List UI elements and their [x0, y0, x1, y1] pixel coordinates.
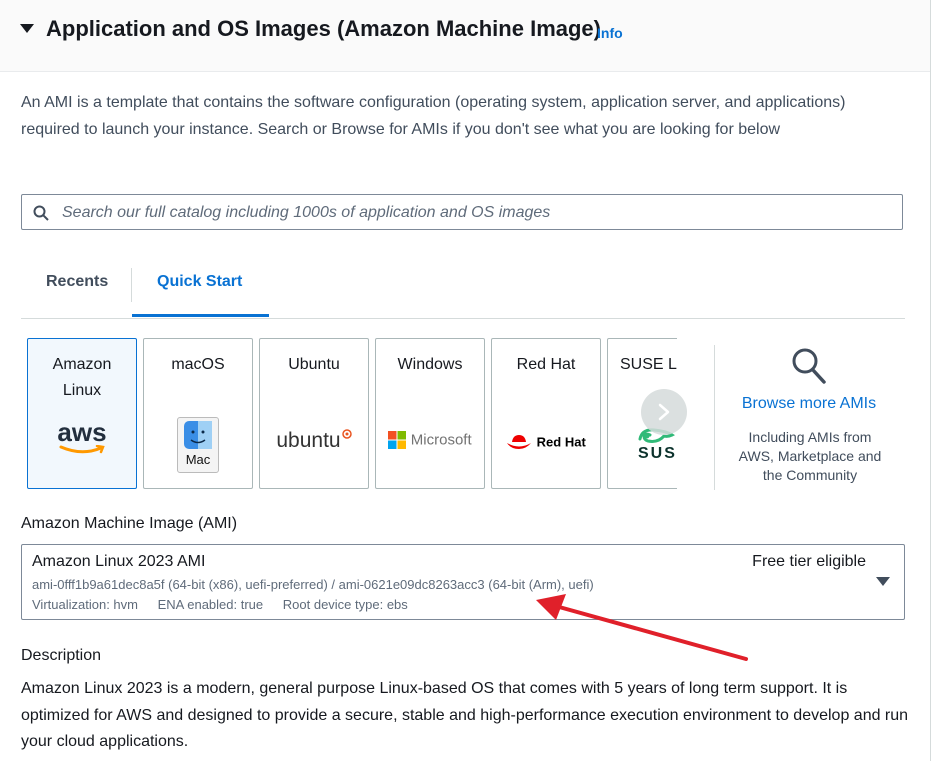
tab-recents[interactable]: Recents [46, 273, 108, 291]
carousel-divider [714, 345, 715, 490]
section-header: Application and OS Images (Amazon Machin… [0, 0, 931, 72]
tab-divider [131, 268, 132, 302]
intro-text: An AMI is a template that contains the s… [21, 94, 846, 138]
active-tab-indicator [132, 314, 269, 317]
tabs-divider [21, 318, 905, 319]
ami-ids: ami-0fff1b9a61dec8a5f (64-bit (x86), uef… [32, 577, 594, 592]
tab-quick-start[interactable]: Quick Start [157, 273, 242, 291]
ami-virtualization: Virtualization: hvm [32, 597, 138, 612]
os-card-macos[interactable]: macOS Mac [143, 338, 253, 489]
ami-root-device: Root device type: ebs [282, 597, 408, 612]
section-title: Application and OS Images (Amazon Machin… [46, 16, 601, 41]
os-card-label: Ubuntu [288, 356, 340, 373]
collapse-caret-icon[interactable] [20, 24, 34, 33]
mac-finder-icon: Mac [144, 417, 252, 473]
os-card-label: Windows [397, 356, 463, 373]
os-card-label: macOS [171, 356, 225, 373]
os-card-label: Red Hat [516, 356, 576, 373]
os-card-amazon-linux[interactable]: Amazon Linux aws [27, 338, 137, 489]
description-label: Description [21, 647, 102, 664]
free-tier-badge: Free tier eligible [752, 553, 866, 570]
search-icon [33, 205, 49, 221]
ami-select-dropdown[interactable]: Amazon Linux 2023 AMI Free tier eligible… [21, 544, 905, 620]
os-card-label: Amazon Linux [52, 356, 112, 399]
ubuntu-logo-icon: ubuntu [260, 429, 368, 453]
redhat-logo-icon: Red Hat [492, 433, 600, 451]
chevron-right-icon [658, 403, 670, 421]
ami-name: Amazon Linux 2023 AMI [32, 553, 206, 570]
os-card-red-hat[interactable]: Red Hat Red Hat [491, 338, 601, 489]
description-text: Amazon Linux 2023 is a modern, general p… [21, 680, 909, 750]
ami-ena: ENA enabled: true [157, 597, 264, 612]
os-card-windows[interactable]: Windows Microsoft [375, 338, 485, 489]
carousel-next-button[interactable] [641, 389, 687, 435]
browse-more-subtext: Including AMIs from AWS, Marketplace and… [738, 429, 882, 483]
ami-metadata: Virtualization: hvm ENA enabled: true Ro… [32, 597, 424, 612]
browse-more-amis-link[interactable]: Browse more AMIs [714, 395, 904, 413]
ami-field-label: Amazon Machine Image (AMI) [21, 515, 238, 532]
dropdown-caret-icon [876, 577, 890, 586]
info-link[interactable]: Info [597, 25, 623, 41]
os-card-label: SUSE Li [620, 356, 677, 373]
search-icon [792, 348, 826, 384]
aws-logo-icon: aws [28, 419, 136, 455]
os-card-carousel: Amazon Linux aws macOS Mac Ubuntu ubuntu… [27, 338, 677, 489]
os-card-ubuntu[interactable]: Ubuntu ubuntu [259, 338, 369, 489]
microsoft-logo-icon: Microsoft [376, 431, 484, 449]
ami-search-box[interactable] [21, 194, 903, 230]
ami-search-input[interactable] [60, 201, 884, 225]
panel-border [930, 71, 931, 761]
